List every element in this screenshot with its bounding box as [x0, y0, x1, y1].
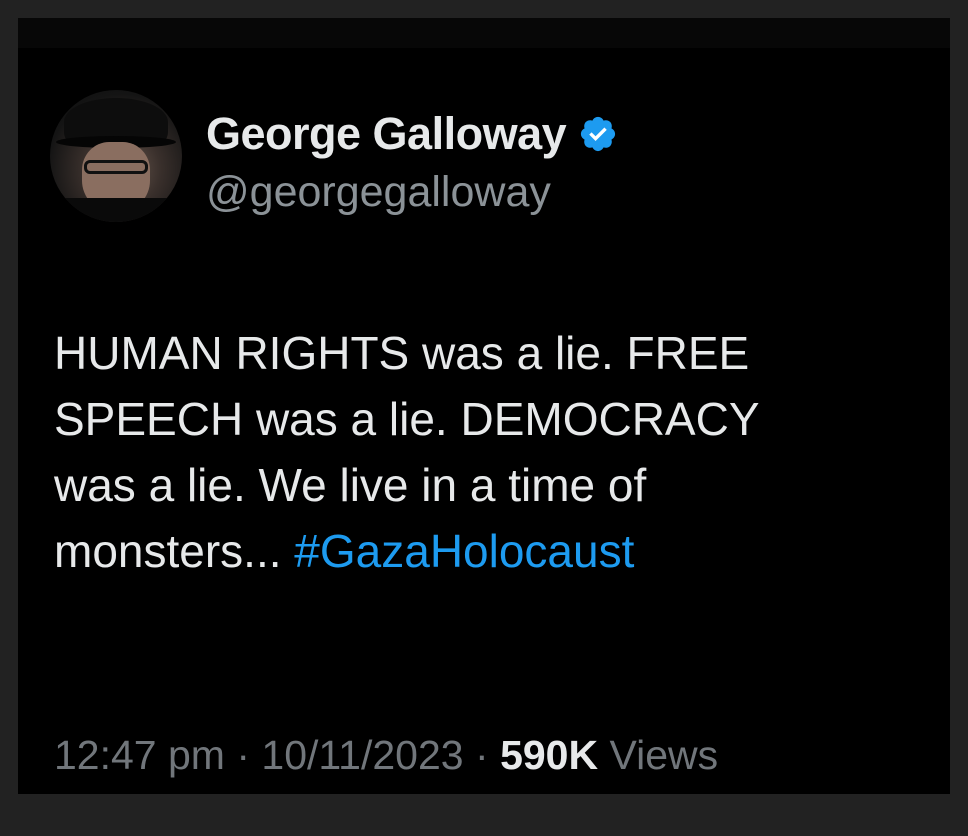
tweet-text: HUMAN RIGHTS was a lie. FREE SPEECH was …: [54, 320, 934, 584]
meta-separator: ·: [236, 732, 251, 778]
tweet-line: SPEECH was a lie. DEMOCRACY: [54, 393, 760, 445]
screenshot-frame: George Galloway @georgegalloway HUMAN RI…: [0, 0, 968, 836]
tweet-line: HUMAN RIGHTS was a lie. FREE: [54, 327, 750, 379]
avatar-coat: [50, 198, 182, 222]
meta-separator: ·: [475, 732, 489, 778]
hashtag-link[interactable]: #GazaHolocaust: [294, 525, 634, 577]
author-name-row: George Galloway: [206, 108, 618, 160]
avatar-glasses: [84, 160, 148, 174]
author-handle[interactable]: @georgegalloway: [206, 168, 551, 217]
tweet-line: was a lie. We live in a time of: [54, 459, 647, 511]
tweet-date[interactable]: 10/11/2023: [261, 732, 463, 778]
tweet-meta: 12:47 pm · 10/11/2023 · 590K Views: [54, 732, 718, 779]
tweet-time[interactable]: 12:47 pm: [54, 732, 225, 778]
views-label: Views: [609, 732, 719, 778]
author-name[interactable]: George Galloway: [206, 108, 567, 160]
avatar[interactable]: [50, 90, 182, 222]
tweet-card: George Galloway @georgegalloway HUMAN RI…: [18, 18, 950, 794]
views-count[interactable]: 590K: [500, 732, 598, 778]
verified-badge-icon: [581, 116, 616, 152]
tweet-line-text: monsters...: [54, 525, 295, 577]
tweet-line-last: monsters... #GazaHolocaust: [54, 518, 934, 584]
